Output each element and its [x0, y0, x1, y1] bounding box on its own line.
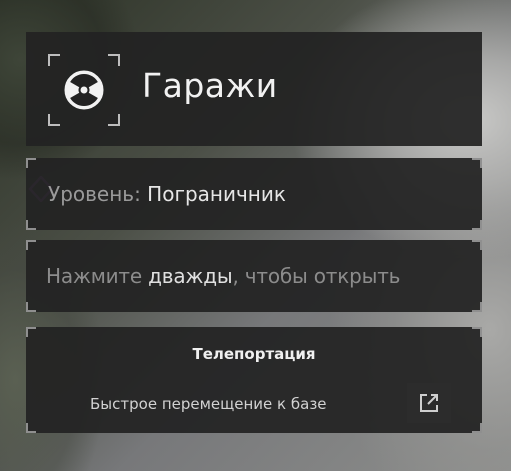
teleport-description: Быстрое перемещение к базе — [90, 395, 327, 413]
open-hint-panel[interactable]: Нажмите дважды, чтобы открыть — [26, 240, 482, 312]
level-panel: Уровень: Пограничник — [26, 158, 482, 230]
teleport-title: Телепортация — [192, 345, 316, 363]
external-link-icon — [420, 394, 438, 412]
open-hint-suffix: , чтобы открыть — [232, 264, 401, 288]
level-label: Уровень: — [48, 182, 141, 206]
location-icon-frame — [48, 54, 120, 126]
location-header-panel: Гаражи — [26, 32, 482, 146]
level-value: Пограничник — [147, 182, 286, 206]
level-text: Уровень: Пограничник — [48, 182, 286, 206]
location-title: Гаражи — [142, 66, 278, 105]
teleport-button[interactable] — [407, 383, 451, 423]
open-hint-prefix: Нажмите — [46, 264, 149, 288]
open-hint-text: Нажмите дважды, чтобы открыть — [46, 264, 400, 288]
open-hint-emphasis: дважды — [148, 264, 233, 288]
teleport-panel: Телепортация Быстрое перемещение к базе — [26, 327, 482, 433]
